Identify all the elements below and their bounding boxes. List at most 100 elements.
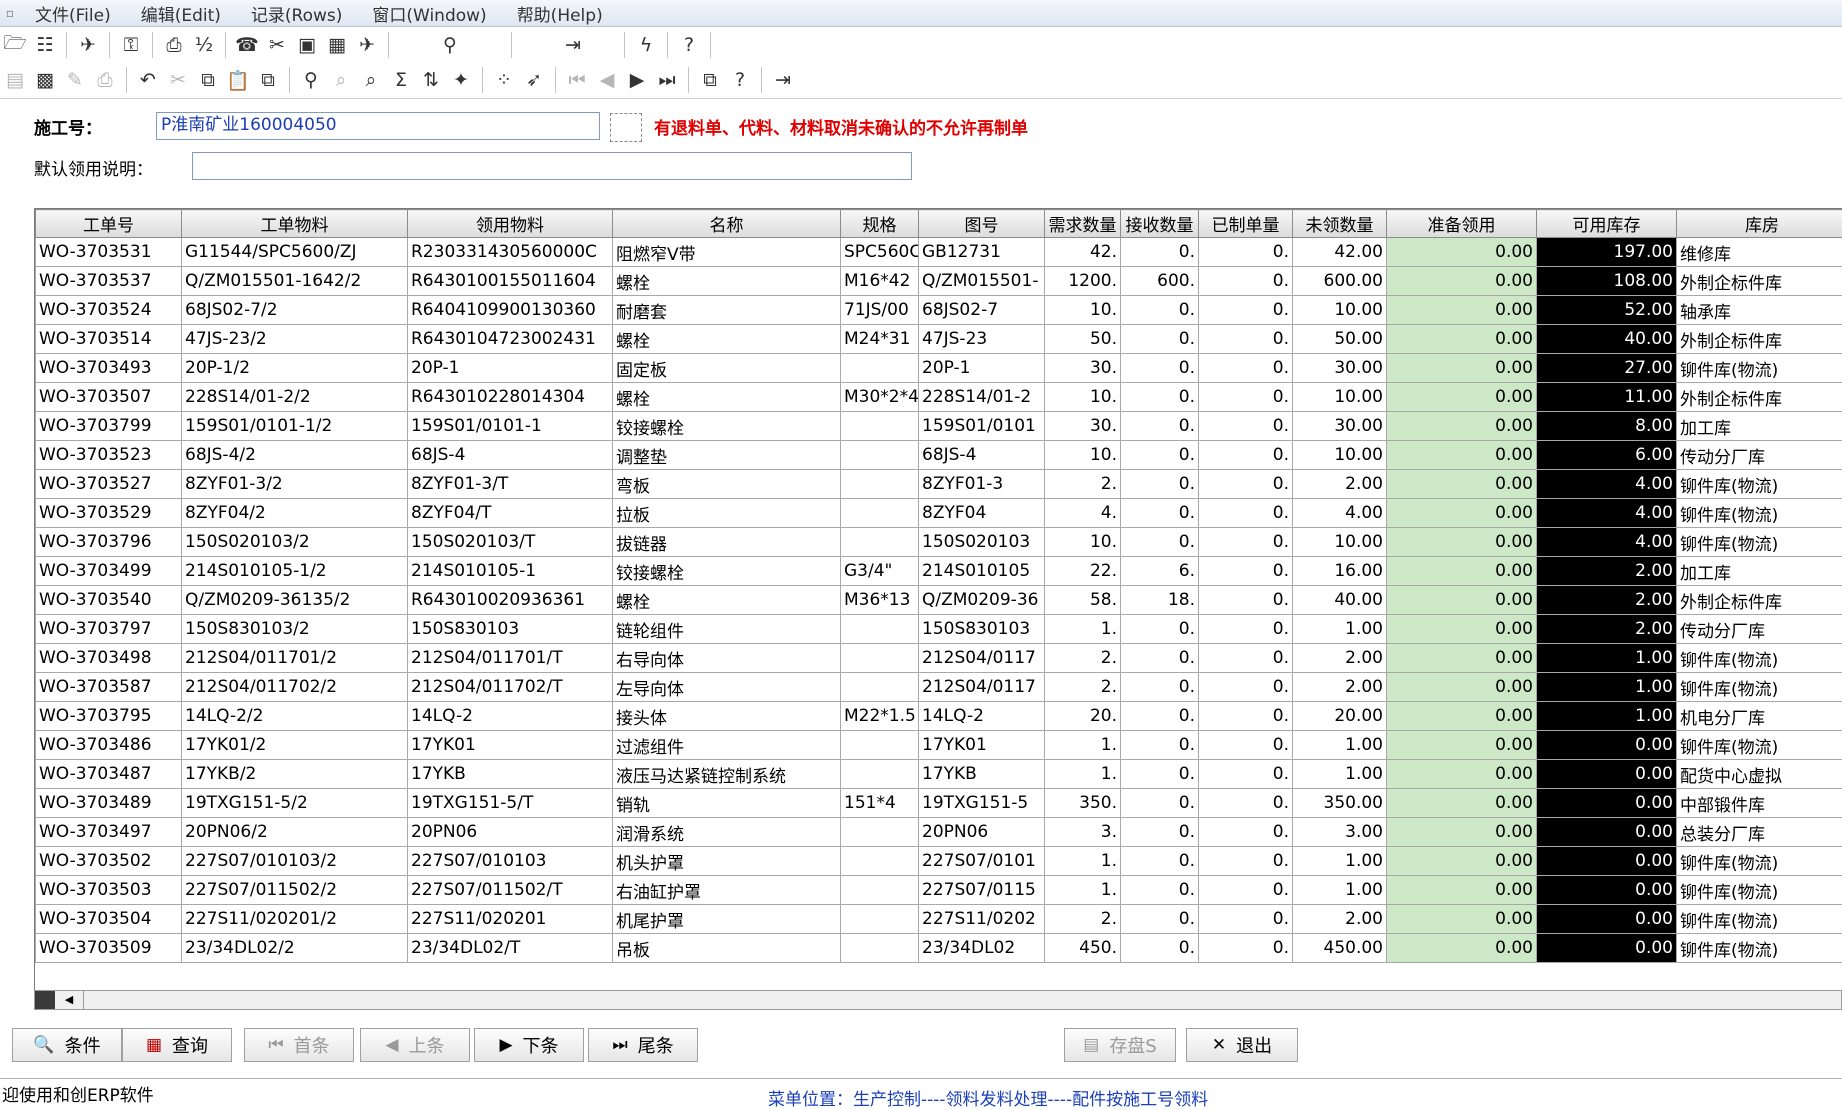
percent-icon[interactable]: ½ <box>189 31 219 59</box>
construction-number-field[interactable]: P淮南矿业160004050 <box>156 112 600 140</box>
column-header[interactable]: 名称 <box>613 210 841 238</box>
table-cell[interactable]: 0.00 <box>1387 325 1537 354</box>
condition-button[interactable]: 🔍 条件 <box>12 1028 122 1062</box>
exit-icon[interactable]: ⇥ <box>768 66 798 94</box>
print-preview-icon[interactable]: ⎙ <box>90 66 120 94</box>
column-header[interactable]: 库房 <box>1677 210 1842 238</box>
lightning-icon[interactable]: ϟ <box>631 31 661 59</box>
default-note-field[interactable] <box>192 152 912 180</box>
table-row[interactable]: WO-370348717YKB/217YKB液压马达紧链控制系统17YKB1.0… <box>36 760 1842 789</box>
calculator-icon[interactable]: ▦ <box>322 31 352 59</box>
table-cell[interactable]: 0.00 <box>1387 789 1537 818</box>
tree-icon[interactable]: ☷ <box>30 31 60 59</box>
table-row[interactable]: WO-37035278ZYF01-3/28ZYF01-3/T弯板8ZYF01-3… <box>36 470 1842 499</box>
column-header[interactable]: 规格 <box>841 210 919 238</box>
binoculars-icon[interactable]: ⚲ <box>435 31 465 59</box>
table-row[interactable]: WO-370350923/34DL02/223/34DL02/T吊板23/34D… <box>36 934 1842 963</box>
table-cell[interactable]: 0.00 <box>1387 528 1537 557</box>
column-header[interactable]: 接收数量 <box>1121 210 1199 238</box>
table-row[interactable]: WO-370349320P-1/220P-1固定板20P-130.0.0.30.… <box>36 354 1842 383</box>
menu-edit[interactable]: 编辑(Edit) <box>126 1 236 26</box>
paste-icon[interactable]: 📋 <box>223 66 253 94</box>
find-next-icon[interactable]: ⌕ <box>326 66 356 94</box>
scroll-left-icon[interactable]: ◀ <box>55 991 84 1009</box>
menu-file[interactable]: 文件(File) <box>20 1 126 26</box>
table-cell[interactable]: 0.00 <box>1387 499 1537 528</box>
wizard-icon[interactable]: ✦ <box>446 66 476 94</box>
paste-special-icon[interactable]: ⧉ <box>253 66 283 94</box>
table-cell[interactable]: 0.00 <box>1387 847 1537 876</box>
table-cell[interactable]: 0.00 <box>1387 934 1537 963</box>
menu-rows[interactable]: 记录(Rows) <box>236 1 357 26</box>
table-row[interactable]: WO-370351447JS-23/2R6430104723002431螺栓M2… <box>36 325 1842 354</box>
help2-icon[interactable]: ? <box>725 66 755 94</box>
system-menu-icon[interactable]: ▫ <box>0 6 20 20</box>
table-cell[interactable]: 0.00 <box>1387 702 1537 731</box>
table-row[interactable]: WO-3703499214S010105-1/2214S010105-1铰接螺栓… <box>36 557 1842 586</box>
copy-icon[interactable]: ⧉ <box>193 66 223 94</box>
table-row[interactable]: WO-3703502227S07/010103/2227S07/010103机头… <box>36 847 1842 876</box>
cut-icon[interactable]: ✂ <box>163 66 193 94</box>
pointer-icon[interactable]: ➶ <box>519 66 549 94</box>
table-row[interactable]: WO-3703504227S11/020201/2227S11/020201机尾… <box>36 905 1842 934</box>
save-disk-icon[interactable]: ▤ <box>0 66 30 94</box>
column-header[interactable]: 可用库存 <box>1537 210 1677 238</box>
save-as-icon[interactable]: ▩ <box>30 66 60 94</box>
table-row[interactable]: WO-370352468JS02-7/2R6404109900130360耐磨套… <box>36 296 1842 325</box>
table-row[interactable]: WO-370348617YK01/217YK01过滤组件17YK011.0.0.… <box>36 731 1842 760</box>
table-row[interactable]: WO-370348919TXG151-5/219TXG151-5/T销轨151*… <box>36 789 1842 818</box>
table-row[interactable]: WO-3703531G11544/SPC5600/ZJR230331430560… <box>36 238 1842 267</box>
next-record-icon[interactable]: ▶ <box>622 66 652 94</box>
table-row[interactable]: WO-3703537Q/ZM015501-1642/2R643010015501… <box>36 267 1842 296</box>
dots-grid-icon[interactable]: ⁘ <box>489 66 519 94</box>
menu-help[interactable]: 帮助(Help) <box>502 1 618 26</box>
undo-icon[interactable]: ↶ <box>133 66 163 94</box>
table-row[interactable]: WO-37035298ZYF04/28ZYF04/T拉板8ZYF044.0.0.… <box>36 499 1842 528</box>
column-header[interactable]: 领用物料 <box>408 210 613 238</box>
table-cell[interactable]: 0.00 <box>1387 441 1537 470</box>
find-icon[interactable]: ⚲ <box>296 66 326 94</box>
table-row[interactable]: WO-370379514LQ-2/214LQ-2接头体M22*1.514LQ-2… <box>36 702 1842 731</box>
table-row[interactable]: WO-3703796150S020103/2150S020103/T拔链器150… <box>36 528 1842 557</box>
save-button[interactable]: ▤ 存盘S <box>1064 1028 1176 1062</box>
table-cell[interactable]: 0.00 <box>1387 557 1537 586</box>
table-cell[interactable]: 0.00 <box>1387 905 1537 934</box>
help-icon[interactable]: ? <box>674 31 704 59</box>
column-header[interactable]: 需求数量 <box>1045 210 1121 238</box>
table-cell[interactable]: 0.00 <box>1387 296 1537 325</box>
table-cell[interactable]: 0.00 <box>1387 615 1537 644</box>
sum-icon[interactable]: Σ <box>386 66 416 94</box>
table-cell[interactable]: 0.00 <box>1387 267 1537 296</box>
column-header[interactable]: 图号 <box>919 210 1045 238</box>
first-button[interactable]: ⏮ 首条 <box>244 1028 354 1062</box>
last-record-icon[interactable]: ⏭ <box>652 66 682 94</box>
table-row[interactable]: WO-370349720PN06/220PN06润滑系统20PN063.0.0.… <box>36 818 1842 847</box>
column-header[interactable]: 已制单量 <box>1199 210 1293 238</box>
table-row[interactable]: WO-3703503227S07/011502/2227S07/011502/T… <box>36 876 1842 905</box>
table-row[interactable]: WO-3703587212S04/011702/2212S04/011702/T… <box>36 673 1842 702</box>
table-row[interactable]: WO-3703797150S830103/2150S830103链轮组件150S… <box>36 615 1842 644</box>
edit-record-icon[interactable]: ✎ <box>60 66 90 94</box>
column-header[interactable]: 工单物料 <box>182 210 408 238</box>
table-row[interactable]: WO-3703540Q/ZM0209-36135/2R6430100209363… <box>36 586 1842 615</box>
tools-icon[interactable]: ✂ <box>262 31 292 59</box>
table-row[interactable]: WO-3703799159S01/0101-1/2159S01/0101-1铰接… <box>36 412 1842 441</box>
column-header[interactable]: 未领数量 <box>1293 210 1387 238</box>
table-row[interactable]: WO-3703507228S14/01-2/2R643010228014304螺… <box>36 383 1842 412</box>
table-cell[interactable]: 0.00 <box>1387 818 1537 847</box>
table-cell[interactable]: 0.00 <box>1387 760 1537 789</box>
filter-icon[interactable]: ⌕ <box>356 66 386 94</box>
column-header[interactable]: 准备领用 <box>1387 210 1537 238</box>
table-cell[interactable]: 0.00 <box>1387 470 1537 499</box>
runner2-icon[interactable]: ✈ <box>352 31 382 59</box>
column-header[interactable]: 工单号 <box>36 210 182 238</box>
first-record-icon[interactable]: ⏮ <box>562 66 592 94</box>
open-folder-icon[interactable]: 🗁 <box>0 31 30 59</box>
table-cell[interactable]: 0.00 <box>1387 673 1537 702</box>
prev-button[interactable]: ◀ 上条 <box>360 1028 470 1062</box>
last-button[interactable]: ⏭ 尾条 <box>588 1028 698 1062</box>
printer-icon[interactable]: ⎙ <box>159 31 189 59</box>
copy-window-icon[interactable]: ▣ <box>292 31 322 59</box>
table-cell[interactable]: 0.00 <box>1387 383 1537 412</box>
phone-icon[interactable]: ☎ <box>232 31 262 59</box>
